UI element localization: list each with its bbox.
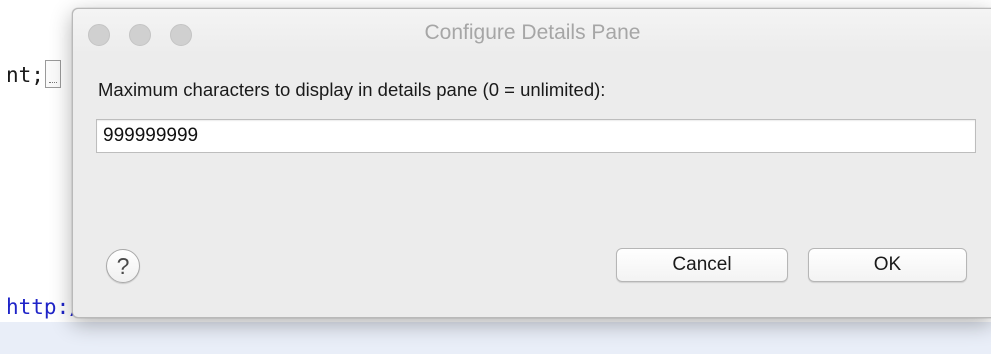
- cancel-button[interactable]: Cancel: [616, 248, 788, 282]
- help-button[interactable]: ?: [106, 249, 140, 283]
- dialog-title: Configure Details Pane: [424, 21, 641, 44]
- configure-details-pane-dialog: Configure Details Pane Maximum character…: [72, 8, 991, 318]
- max-characters-label: Maximum characters to display in details…: [98, 79, 606, 100]
- ok-button[interactable]: OK: [808, 248, 967, 282]
- max-characters-input[interactable]: [96, 119, 976, 153]
- dialog-titlebar[interactable]: Configure Details Pane: [73, 9, 991, 55]
- editor-code-line: nt;: [6, 60, 61, 88]
- object-replacement-icon: [44, 60, 61, 88]
- question-mark-circle-icon: ?: [116, 252, 130, 279]
- screen: nt; http://www.amazon.fr/"); Configure D…: [0, 0, 991, 354]
- editor-code-text: nt;: [6, 63, 44, 87]
- editor-current-line-highlight: [0, 322, 991, 354]
